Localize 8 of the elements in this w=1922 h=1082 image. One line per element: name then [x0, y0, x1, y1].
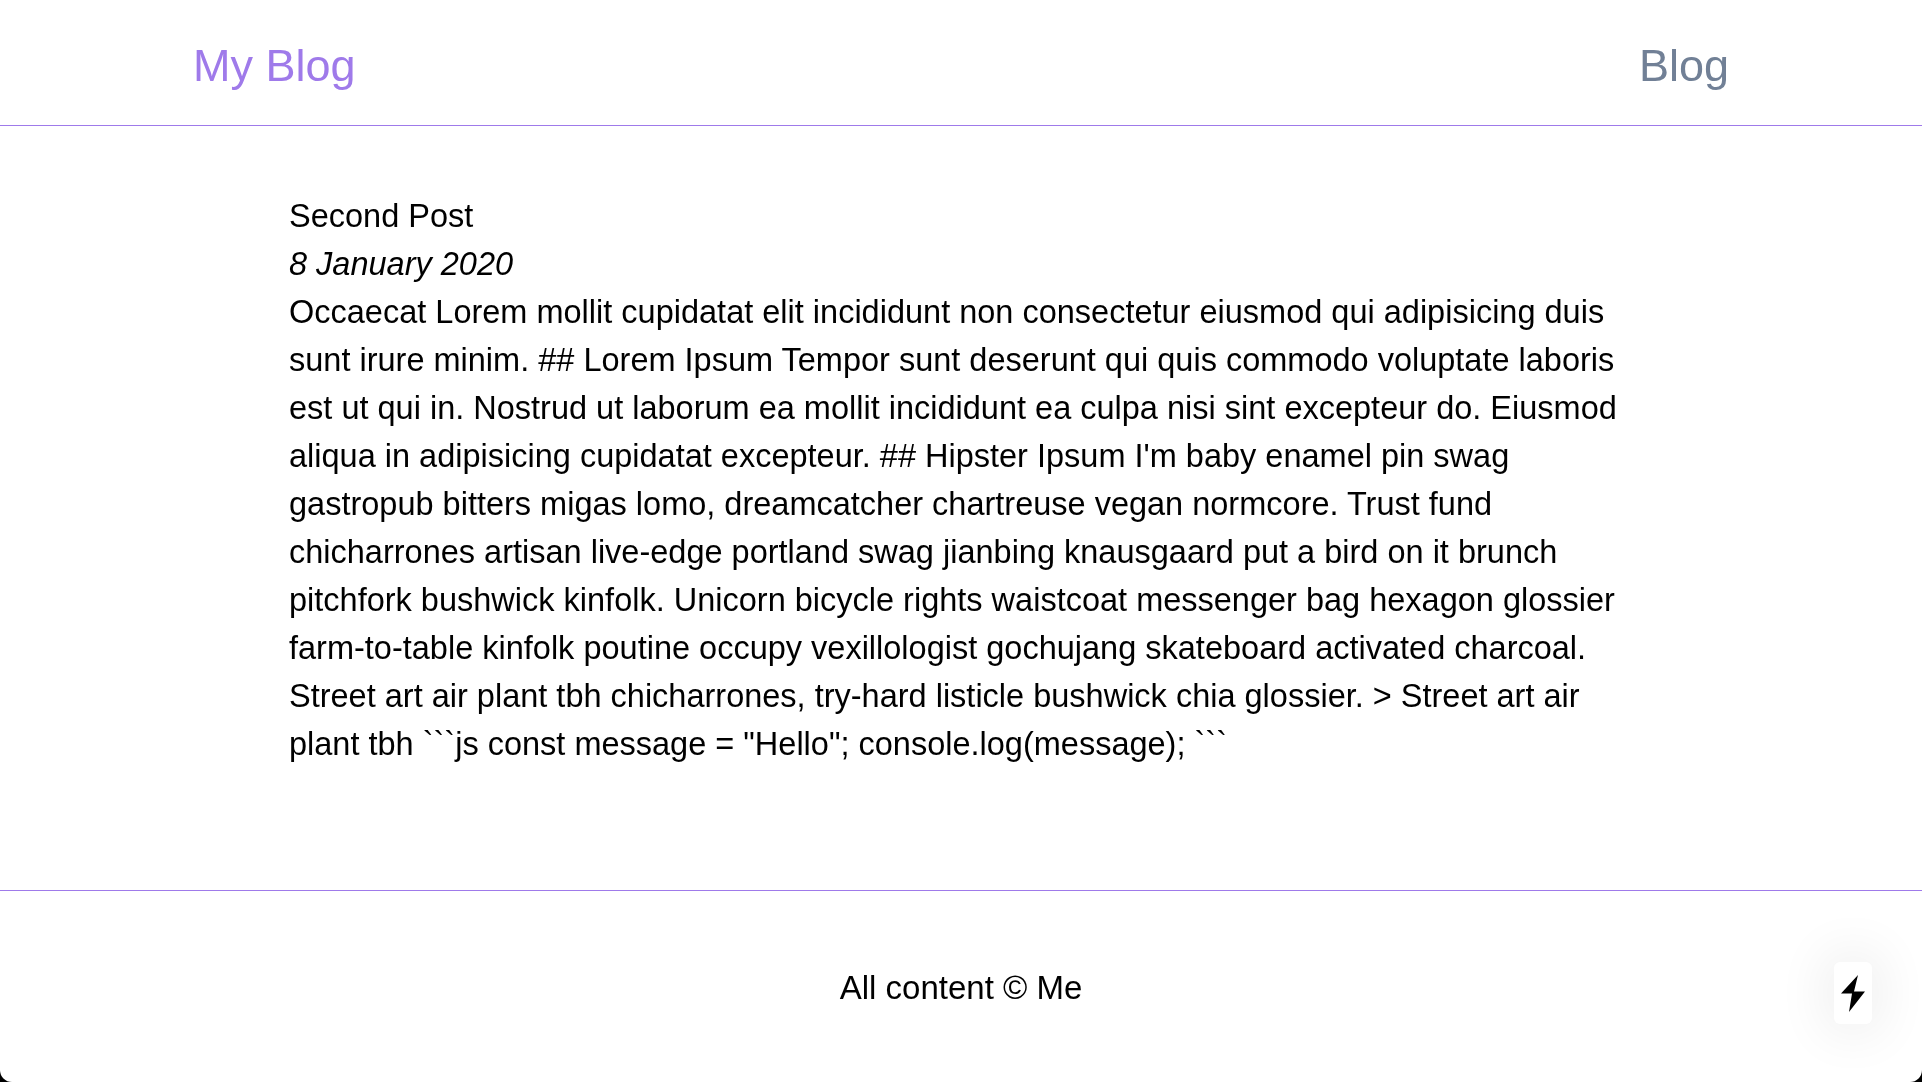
post-date: 8 January 2020	[289, 244, 515, 284]
lightning-button[interactable]	[1834, 962, 1872, 1024]
post-body: Occaecat Lorem mollit cupidatat elit incididunt non consectetur eiusmod qui adipisicing duis sunt irure minim. ## Lorem Ipsum Tempor sunt deserunt qui quis commodo voluptate laboris est ut qui in. Nostrud ut laborum ea mollit incididunt ea culpa nisi sint excepteur do. Eiusmod aliqua in adipisicing cupidatat excepteur. ## Hipster Ipsum I'm baby enamel pin swag gastropub bitters migas lomo, dreamcatcher chartreuse vegan normcore. Trust fund chicharrones artisan live-edge portland swag jianbing knausgaard put a bird on it brunch pitchfork bushwick kinfolk. Unicorn bicycle rights waistcoat messenger bag hexagon glossier farm-to-table kinfolk poutine occupy vexillologist gochujang skateboard activated charcoal. Street art air plant tbh chicharrones, try-hard listicle bushwick chia glossier. > Street art air plant tbh ```js const message = "Hello"; console.log(message); ```	[289, 292, 1618, 764]
site-logo-link[interactable]: My Blog	[193, 32, 356, 100]
lightning-icon	[1841, 974, 1865, 1012]
footer-text: All content © Me	[839, 967, 1083, 1008]
nav-link[interactable]: Blog	[1638, 32, 1729, 100]
post-title: Second Post	[289, 196, 475, 236]
